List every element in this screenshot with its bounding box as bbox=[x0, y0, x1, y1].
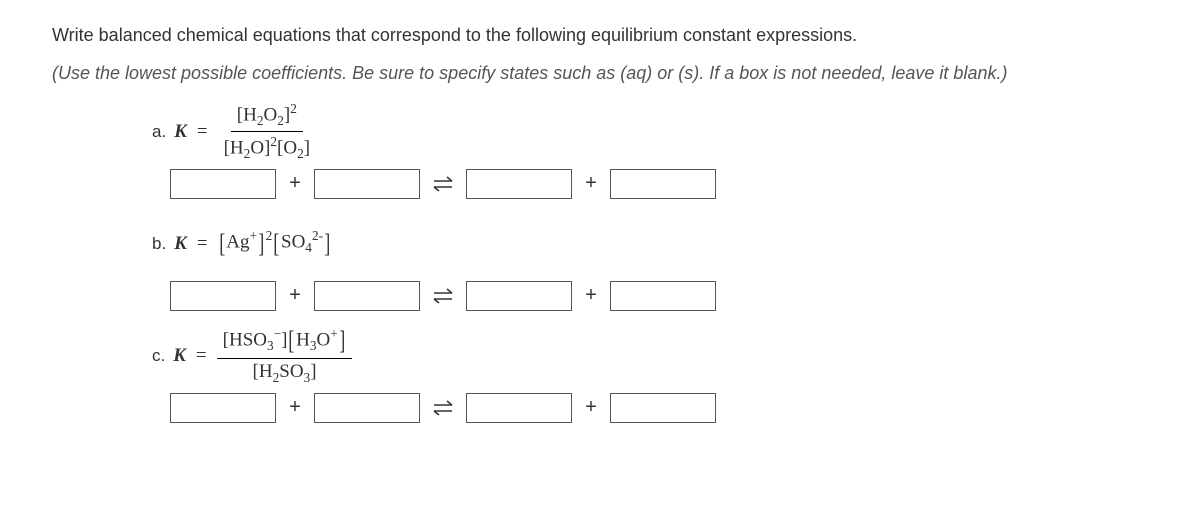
reactant-1-a[interactable] bbox=[170, 169, 276, 199]
fraction-a: [H2O2]2 [H2O]2[O2] bbox=[218, 101, 316, 162]
plus-icon: + bbox=[288, 284, 302, 307]
product-1-c[interactable] bbox=[466, 393, 572, 423]
product-2-a[interactable] bbox=[610, 169, 716, 199]
equals-sign: = bbox=[197, 121, 208, 143]
expression-c: c. K = [HSO3−][H3O+] [H2SO3] bbox=[152, 329, 1148, 383]
product-1-b[interactable] bbox=[466, 281, 572, 311]
equilibrium-arrow-icon bbox=[432, 398, 454, 418]
plus-icon: + bbox=[584, 284, 598, 307]
plus-icon: + bbox=[584, 396, 598, 419]
expression-a: a. K = [H2O2]2 [H2O]2[O2] bbox=[152, 105, 1148, 159]
question-intro: Write balanced chemical equations that c… bbox=[52, 24, 1148, 47]
question-hint: (Use the lowest possible coefficients. B… bbox=[52, 61, 1148, 86]
problem-a: a. K = [H2O2]2 [H2O]2[O2] + bbox=[152, 105, 1148, 199]
plus-icon: + bbox=[288, 172, 302, 195]
reactant-1-b[interactable] bbox=[170, 281, 276, 311]
problem-b: b. K = [Ag+]2[SO42-] + bbox=[152, 217, 1148, 311]
reactant-2-b[interactable] bbox=[314, 281, 420, 311]
label-a: a. bbox=[152, 122, 166, 142]
problem-c: c. K = [HSO3−][H3O+] [H2SO3] + bbox=[152, 329, 1148, 423]
reactant-2-c[interactable] bbox=[314, 393, 420, 423]
expression-b: b. K = [Ag+]2[SO42-] bbox=[152, 217, 1148, 271]
reactant-1-c[interactable] bbox=[170, 393, 276, 423]
fraction-c: [HSO3−][H3O+] [H2SO3] bbox=[217, 326, 353, 386]
product-1-a[interactable] bbox=[466, 169, 572, 199]
product-expression-b: [Ag+]2[SO42-] bbox=[218, 228, 332, 258]
equilibrium-arrow-icon bbox=[432, 174, 454, 194]
product-2-b[interactable] bbox=[610, 281, 716, 311]
equilibrium-arrow-icon bbox=[432, 286, 454, 306]
k-variable: K bbox=[174, 233, 187, 255]
label-b: b. bbox=[152, 234, 166, 254]
plus-icon: + bbox=[584, 172, 598, 195]
plus-icon: + bbox=[288, 396, 302, 419]
product-2-c[interactable] bbox=[610, 393, 716, 423]
equals-sign: = bbox=[197, 233, 208, 255]
equation-row-c: + + bbox=[170, 393, 1148, 423]
equation-row-a: + + bbox=[170, 169, 1148, 199]
k-variable: K bbox=[174, 121, 187, 143]
label-c: c. bbox=[152, 346, 165, 366]
k-variable: K bbox=[173, 345, 186, 367]
equation-row-b: + + bbox=[170, 281, 1148, 311]
reactant-2-a[interactable] bbox=[314, 169, 420, 199]
equals-sign: = bbox=[196, 345, 207, 367]
